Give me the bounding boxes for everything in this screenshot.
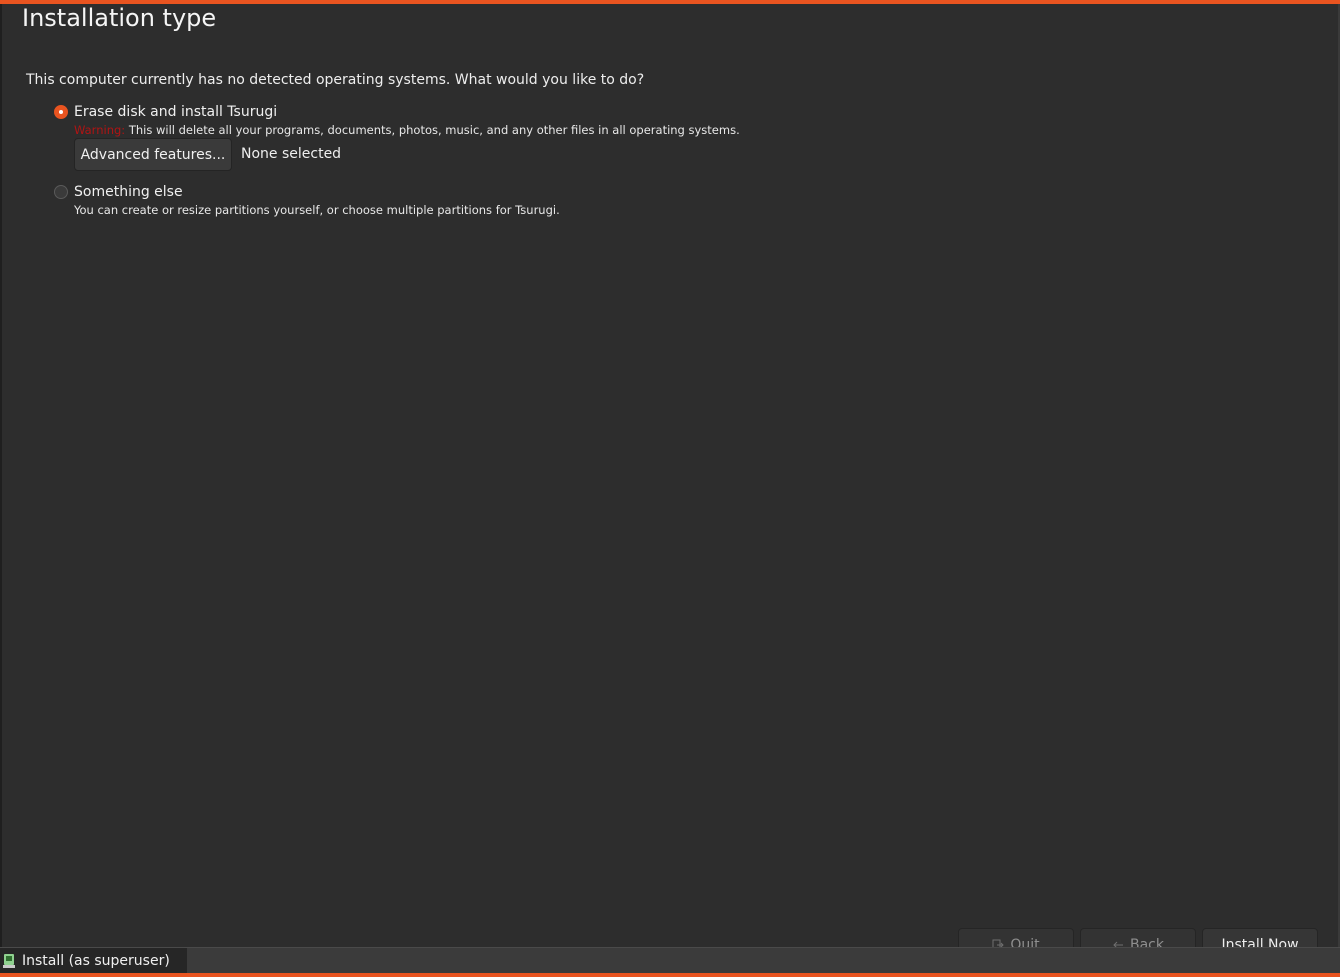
erase-disk-hint: Warning: This will delete all your progr… — [74, 123, 740, 138]
advanced-features-button[interactable]: Advanced features... — [74, 138, 232, 171]
radio-something-else[interactable] — [54, 185, 68, 199]
window-left-edge — [0, 4, 2, 947]
taskbar-accent-bar — [0, 973, 1340, 977]
something-else-hint: You can create or resize partitions your… — [74, 203, 560, 217]
advanced-features-status: None selected — [241, 146, 342, 162]
installer-icon — [3, 954, 15, 968]
installer-window: Installation type This computer currentl… — [0, 0, 1340, 977]
option-erase-disk[interactable]: Erase disk and install Tsurugi — [54, 103, 277, 121]
taskbar: Install (as superuser) — [0, 947, 1340, 977]
taskbar-item-label: Install (as superuser) — [22, 953, 170, 969]
radio-erase-disk[interactable] — [54, 105, 68, 119]
taskbar-item-installer[interactable]: Install (as superuser) — [0, 948, 187, 974]
option-erase-disk-label: Erase disk and install Tsurugi — [74, 104, 278, 120]
warning-label: Warning: — [74, 123, 126, 137]
question-text: This computer currently has no detected … — [26, 72, 645, 88]
option-something-else[interactable]: Something else — [54, 183, 183, 201]
erase-disk-hint-text: This will delete all your programs, docu… — [128, 123, 740, 137]
option-something-else-label: Something else — [74, 184, 183, 200]
page-title: Installation type — [22, 4, 217, 32]
